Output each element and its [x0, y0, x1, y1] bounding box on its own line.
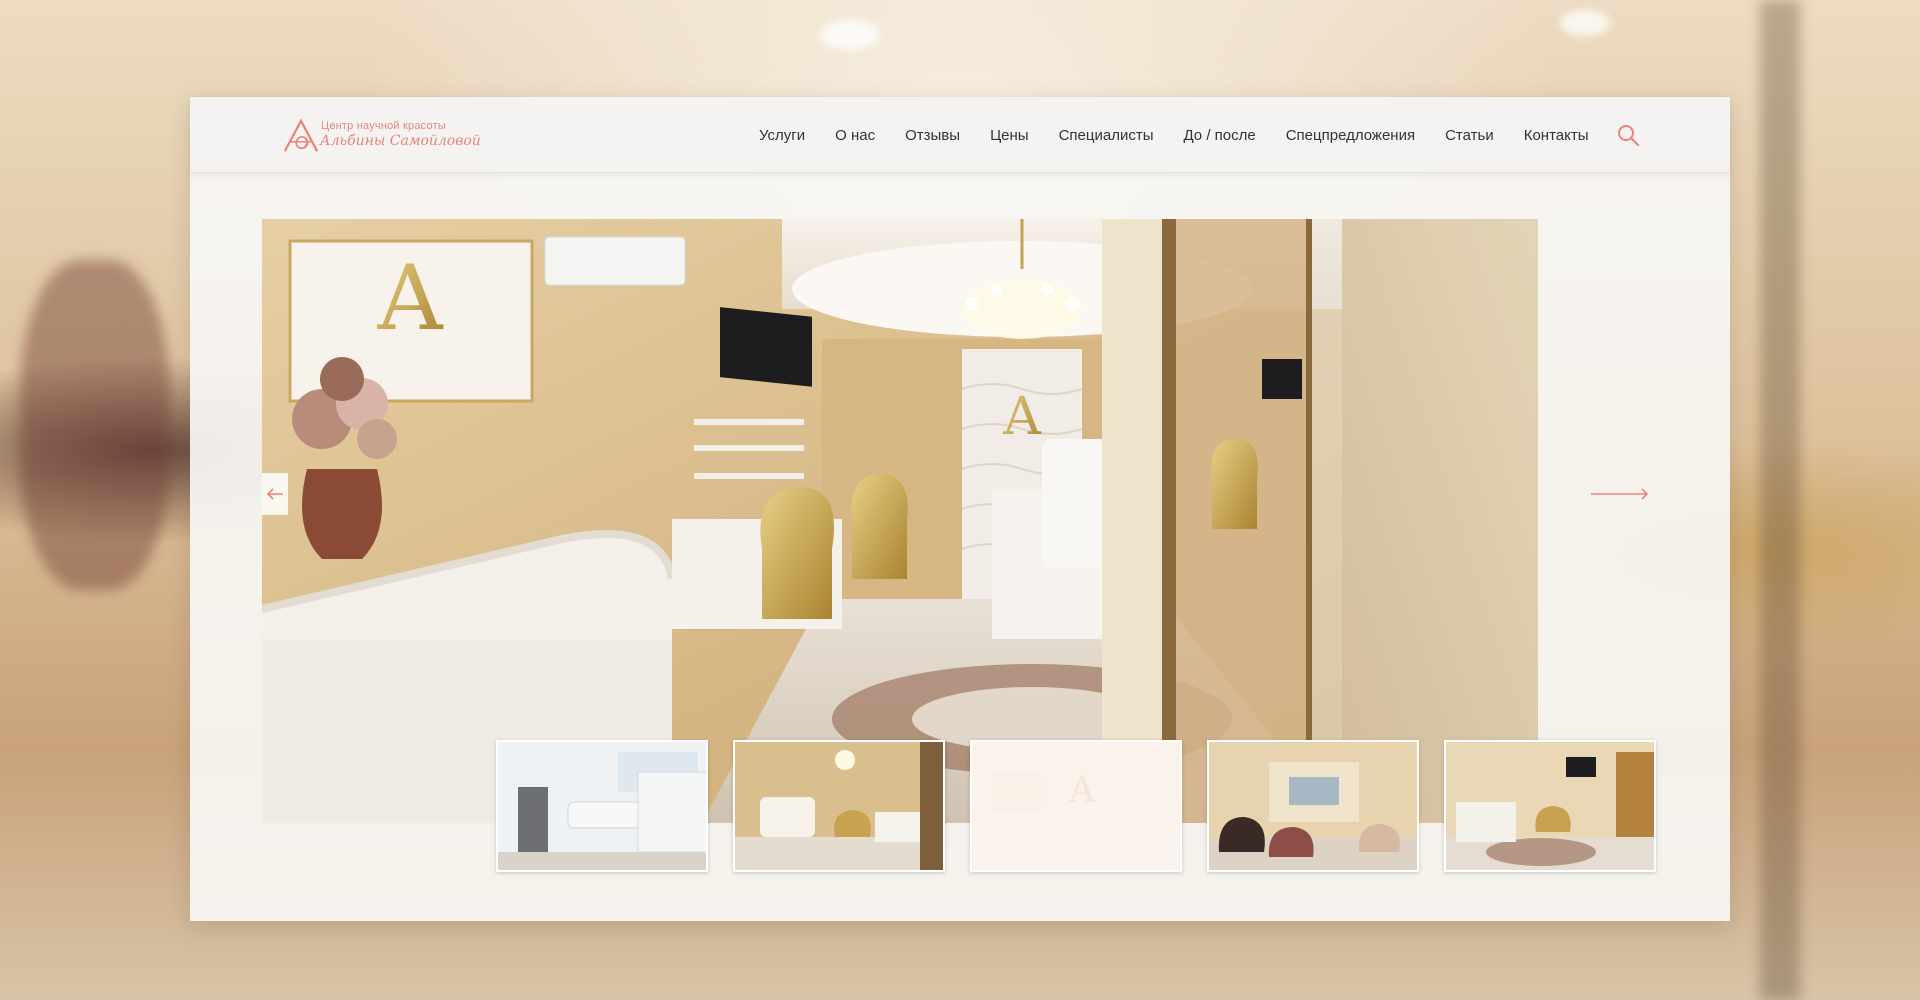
svg-text:A: A: [1002, 387, 1042, 447]
logo-name: Альбины Самойловой: [320, 133, 481, 149]
background-frame: [1760, 0, 1800, 1000]
logo-tagline: Центр научной красоты: [321, 120, 446, 132]
background-flowers: [20, 260, 170, 590]
nav-item-about[interactable]: О нас: [835, 127, 875, 144]
slider-prev-button[interactable]: [262, 473, 288, 515]
nav-item-offers[interactable]: Спецпредложения: [1286, 127, 1415, 144]
main-nav: Услуги О нас Отзывы Цены Специалисты До …: [759, 97, 1589, 173]
thumbnail-active-overlay: [972, 742, 1180, 870]
search-icon: [1618, 125, 1640, 147]
thumbnail-manicure-hall[interactable]: [733, 740, 945, 872]
nav-item-contacts[interactable]: Контакты: [1524, 127, 1589, 144]
nav-item-services[interactable]: Услуги: [759, 127, 805, 144]
site-logo[interactable]: Центр научной красоты Альбины Самойловой: [282, 117, 481, 157]
site-header: Центр научной красоты Альбины Самойловой…: [190, 97, 1730, 173]
search-button[interactable]: [1616, 123, 1640, 147]
slider-next-button[interactable]: [1591, 473, 1651, 515]
salon-interior-image: A A: [262, 219, 1538, 823]
nav-item-specialists[interactable]: Специалисты: [1059, 127, 1154, 144]
thumbnail-cosmetology-room[interactable]: [496, 740, 708, 872]
hero-slide[interactable]: A A: [262, 219, 1538, 823]
thumbnail-hair-salon[interactable]: [1207, 740, 1419, 872]
site-panel: Центр научной красоты Альбины Самойловой…: [190, 97, 1730, 921]
slider-thumbnails: A: [496, 740, 1656, 872]
nav-item-reviews[interactable]: Отзывы: [905, 127, 960, 144]
background-light: [1560, 10, 1610, 36]
logo-mark-icon: [283, 118, 319, 152]
nav-item-articles[interactable]: Статьи: [1445, 127, 1494, 144]
nav-item-prices[interactable]: Цены: [990, 127, 1029, 144]
thumbnail-reception-light[interactable]: A: [970, 740, 1182, 872]
nav-item-before-after[interactable]: До / после: [1183, 127, 1255, 144]
arrow-left-icon: [267, 488, 283, 500]
background-light: [820, 20, 880, 50]
svg-text:A: A: [377, 246, 444, 351]
thumbnail-reception-hall[interactable]: [1444, 740, 1656, 872]
arrow-right-icon: [1591, 488, 1649, 500]
